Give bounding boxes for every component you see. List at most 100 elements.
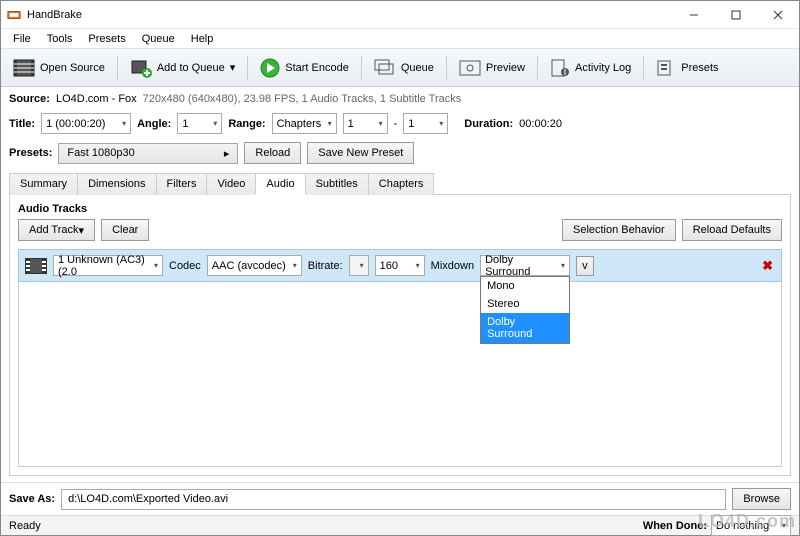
add-track-label: Add Track [29, 224, 79, 236]
delete-track-button[interactable]: ✖ [762, 258, 773, 274]
mixdown-select[interactable]: Dolby Surround▾ Mono Stereo Dolby Surrou… [480, 255, 570, 276]
reload-defaults-button[interactable]: Reload Defaults [682, 219, 782, 241]
start-encode-button[interactable]: Start Encode [254, 55, 355, 81]
preset-select[interactable]: Fast 1080p30▸ [58, 143, 238, 164]
angle-select[interactable]: 1▾ [177, 113, 222, 134]
title-row: Title: 1 (00:00:20)▾ Angle: 1▾ Range: Ch… [9, 113, 791, 134]
codec-select[interactable]: AAC (avcodec)▾ [207, 255, 302, 276]
titlebar: HandBrake [1, 1, 799, 29]
audio-buttons-row: Add Track ▾ Clear Selection Behavior Rel… [18, 219, 782, 241]
svg-text:i: i [564, 66, 566, 77]
browse-button[interactable]: Browse [732, 488, 791, 510]
expand-track-button[interactable]: v [576, 256, 594, 276]
tab-subtitles[interactable]: Subtitles [305, 173, 369, 195]
save-as-label: Save As: [9, 493, 55, 505]
chevron-down-icon: ▾ [782, 521, 786, 530]
queue-icon [374, 59, 396, 77]
queue-button[interactable]: Queue [368, 56, 440, 80]
bitrate-value: 160 [380, 260, 398, 272]
maximize-button[interactable] [715, 1, 757, 28]
tab-video[interactable]: Video [206, 173, 256, 195]
chevron-down-icon: ▾ [79, 224, 85, 237]
minimize-button[interactable] [673, 1, 715, 28]
chevron-down-icon: ▾ [154, 261, 158, 270]
close-button[interactable] [757, 1, 799, 28]
audio-track-row: 1 Unknown (AC3) (2.0▾ Codec AAC (avcodec… [18, 249, 782, 282]
presets-row: Presets: Fast 1080p30▸ Reload Save New P… [9, 142, 791, 164]
content-area: Source: LO4D.com - Fox 720x480 (640x480)… [1, 87, 799, 482]
toolbar-separator [361, 56, 362, 80]
when-done-label: When Done: [643, 520, 707, 532]
clear-button[interactable]: Clear [101, 219, 149, 241]
menu-presets[interactable]: Presets [80, 31, 133, 47]
menu-tools[interactable]: Tools [39, 31, 81, 47]
toolbar-separator [247, 56, 248, 80]
film-icon [25, 258, 47, 274]
tab-audio[interactable]: Audio [255, 173, 305, 195]
source-name: LO4D.com - Fox [56, 93, 137, 105]
audio-tracks-heading: Audio Tracks [18, 203, 782, 215]
when-done-value: Do nothing [716, 520, 769, 532]
angle-value: 1 [182, 118, 188, 130]
tab-chapters[interactable]: Chapters [368, 173, 435, 195]
duration-label: Duration: [464, 118, 513, 130]
presets-icon [656, 59, 676, 77]
activity-log-button[interactable]: i Activity Log [544, 56, 637, 80]
add-to-queue-label: Add to Queue [157, 62, 225, 74]
range-from-value: 1 [348, 118, 354, 130]
toolbar-separator [117, 56, 118, 80]
range-label: Range: [228, 118, 265, 130]
save-row: Save As: Browse [1, 482, 799, 515]
when-done-select[interactable]: Do nothing ▾ [711, 515, 791, 536]
range-separator: - [394, 118, 398, 130]
bitrate-mode-select[interactable]: ▾ [349, 255, 369, 276]
open-source-button[interactable]: Open Source [7, 55, 111, 81]
bitrate-label: Bitrate: [308, 260, 343, 272]
codec-value: AAC (avcodec) [212, 260, 286, 272]
chevron-down-icon: ▾ [213, 119, 217, 128]
app-icon [7, 8, 21, 22]
menu-help[interactable]: Help [183, 31, 222, 47]
toolbar-separator [643, 56, 644, 80]
menu-file[interactable]: File [5, 31, 39, 47]
chevron-down-icon: ▾ [122, 119, 126, 128]
duration-value: 00:00:20 [519, 118, 562, 130]
toolbar-separator [537, 56, 538, 80]
range-to-select[interactable]: 1▾ [403, 113, 448, 134]
chevron-down-icon: ▾ [360, 261, 364, 270]
menu-queue[interactable]: Queue [134, 31, 183, 47]
track-source-select[interactable]: 1 Unknown (AC3) (2.0▾ [53, 255, 163, 276]
chevron-down-icon: ▾ [561, 261, 565, 270]
preview-button[interactable]: Preview [453, 56, 531, 80]
tab-summary[interactable]: Summary [9, 173, 78, 195]
open-source-label: Open Source [40, 62, 105, 74]
queue-label: Queue [401, 62, 434, 74]
toolbar-separator [446, 56, 447, 80]
chevron-down-icon: ▾ [230, 61, 236, 74]
mixdown-dropdown: Mono Stereo Dolby Surround [480, 276, 570, 344]
audio-panel: Audio Tracks Add Track ▾ Clear Selection… [9, 195, 791, 476]
statusbar: Ready When Done: Do nothing▾ [1, 515, 799, 535]
presets-button[interactable]: Presets [650, 56, 724, 80]
bitrate-select[interactable]: 160▾ [375, 255, 425, 276]
preview-label: Preview [486, 62, 525, 74]
tab-dimensions[interactable]: Dimensions [77, 173, 156, 195]
range-from-select[interactable]: 1▾ [343, 113, 388, 134]
title-select[interactable]: 1 (00:00:20)▾ [41, 113, 131, 134]
mixdown-option-mono[interactable]: Mono [481, 277, 569, 295]
add-to-queue-button[interactable]: Add to Queue ▾ [124, 55, 241, 81]
mixdown-option-stereo[interactable]: Stereo [481, 295, 569, 313]
reload-button[interactable]: Reload [244, 142, 301, 164]
save-new-preset-button[interactable]: Save New Preset [307, 142, 414, 164]
queue-add-icon [130, 58, 152, 78]
chevron-down-icon: ▾ [439, 119, 443, 128]
save-path-input[interactable] [61, 489, 726, 510]
mixdown-label: Mixdown [431, 260, 474, 272]
window-title: HandBrake [27, 9, 673, 21]
add-track-button[interactable]: Add Track ▾ [18, 219, 95, 241]
range-mode-select[interactable]: Chapters▾ [272, 113, 337, 134]
mixdown-option-dolby-surround[interactable]: Dolby Surround [481, 313, 569, 343]
tab-filters[interactable]: Filters [156, 173, 208, 195]
preset-value: Fast 1080p30 [67, 147, 134, 159]
selection-behavior-button[interactable]: Selection Behavior [562, 219, 676, 241]
